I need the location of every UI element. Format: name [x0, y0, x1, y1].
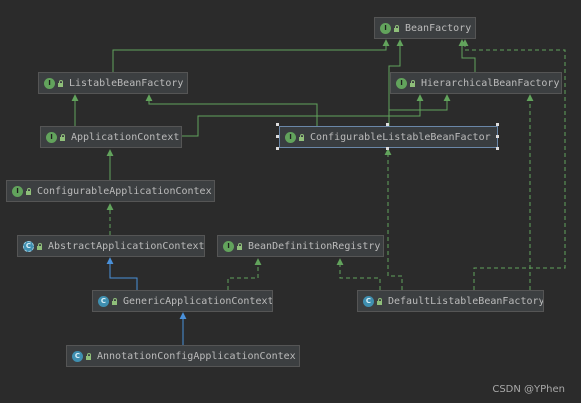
class-icon: C [363, 295, 374, 307]
lock-icon [237, 242, 242, 250]
node-label: DefaultListableBeanFactory [388, 295, 544, 307]
lock-icon [394, 24, 399, 32]
edge-hierarchical-to-beanfactory [458, 39, 476, 72]
interface-icon: I [285, 131, 296, 143]
node-label: ListableBeanFactory [69, 77, 184, 89]
lock-icon [112, 297, 117, 305]
node-label: ConfigurableListableBeanFactor [310, 131, 491, 143]
abstract-class-icon: C [23, 240, 34, 252]
node-label: HierarchicalBeanFactory [421, 77, 560, 89]
node-annotation-config-application-context[interactable]: C AnnotationConfigApplicationContex [66, 345, 300, 367]
node-bean-definition-registry[interactable]: I BeanDefinitionRegistry [217, 235, 384, 257]
interface-icon: I [380, 22, 391, 34]
selection-handle[interactable] [386, 123, 389, 126]
edge-dlbf-to-bdr [336, 258, 381, 290]
interface-icon: I [44, 77, 55, 89]
edge-dlbf-to-clbf [384, 148, 403, 290]
selection-handle[interactable] [276, 135, 279, 138]
node-configurable-application-context[interactable]: I ConfigurableApplicationContex [6, 180, 215, 202]
selection-handle[interactable] [496, 147, 499, 150]
lock-icon [37, 242, 42, 250]
lock-icon [58, 79, 63, 87]
node-label: GenericApplicationContext [123, 295, 273, 307]
node-label: ConfigurableApplicationContex [37, 185, 212, 197]
edge-listable-to-beanfactory [112, 39, 390, 72]
interface-icon: I [396, 77, 407, 89]
lock-icon [410, 79, 415, 87]
edge-gac-to-bdr [227, 258, 262, 290]
node-label: AnnotationConfigApplicationContex [97, 350, 296, 362]
selection-handle[interactable] [276, 147, 279, 150]
node-label: BeanDefinitionRegistry [248, 240, 381, 252]
node-label: ApplicationContext [71, 131, 180, 143]
node-label: AbstractApplicationContext [48, 240, 205, 252]
selection-handle[interactable] [496, 135, 499, 138]
class-icon: C [72, 350, 83, 362]
selection-handle[interactable] [496, 123, 499, 126]
node-default-listable-bean-factory[interactable]: C DefaultListableBeanFactory [357, 290, 544, 312]
edge-clbf-to-listable [145, 94, 318, 126]
node-bean-factory[interactable]: I BeanFactory [374, 17, 476, 39]
edge-gac-to-aac [106, 257, 138, 290]
watermark: CSDN @YPhen [492, 384, 565, 395]
selection-handle[interactable] [386, 147, 389, 150]
selection-handle[interactable] [276, 123, 279, 126]
lock-icon [377, 297, 382, 305]
lock-icon [60, 133, 65, 141]
node-label: BeanFactory [405, 22, 472, 34]
node-hierarchical-bean-factory[interactable]: I HierarchicalBeanFactory [390, 72, 562, 94]
node-application-context[interactable]: I ApplicationContext [40, 126, 182, 148]
class-icon: C [98, 295, 109, 307]
lock-icon [26, 187, 31, 195]
interface-icon: I [223, 240, 234, 252]
interface-icon: I [12, 185, 23, 197]
node-abstract-application-context[interactable]: C AbstractApplicationContext [17, 235, 205, 257]
edge-clbf-to-hierarchical [388, 94, 451, 126]
node-generic-application-context[interactable]: C GenericApplicationContext [92, 290, 273, 312]
interface-icon: I [46, 131, 57, 143]
lock-icon [299, 133, 304, 141]
lock-icon [86, 352, 91, 360]
node-configurable-listable-bean-factory[interactable]: I ConfigurableListableBeanFactor [279, 126, 498, 148]
node-listable-bean-factory[interactable]: I ListableBeanFactory [38, 72, 188, 94]
